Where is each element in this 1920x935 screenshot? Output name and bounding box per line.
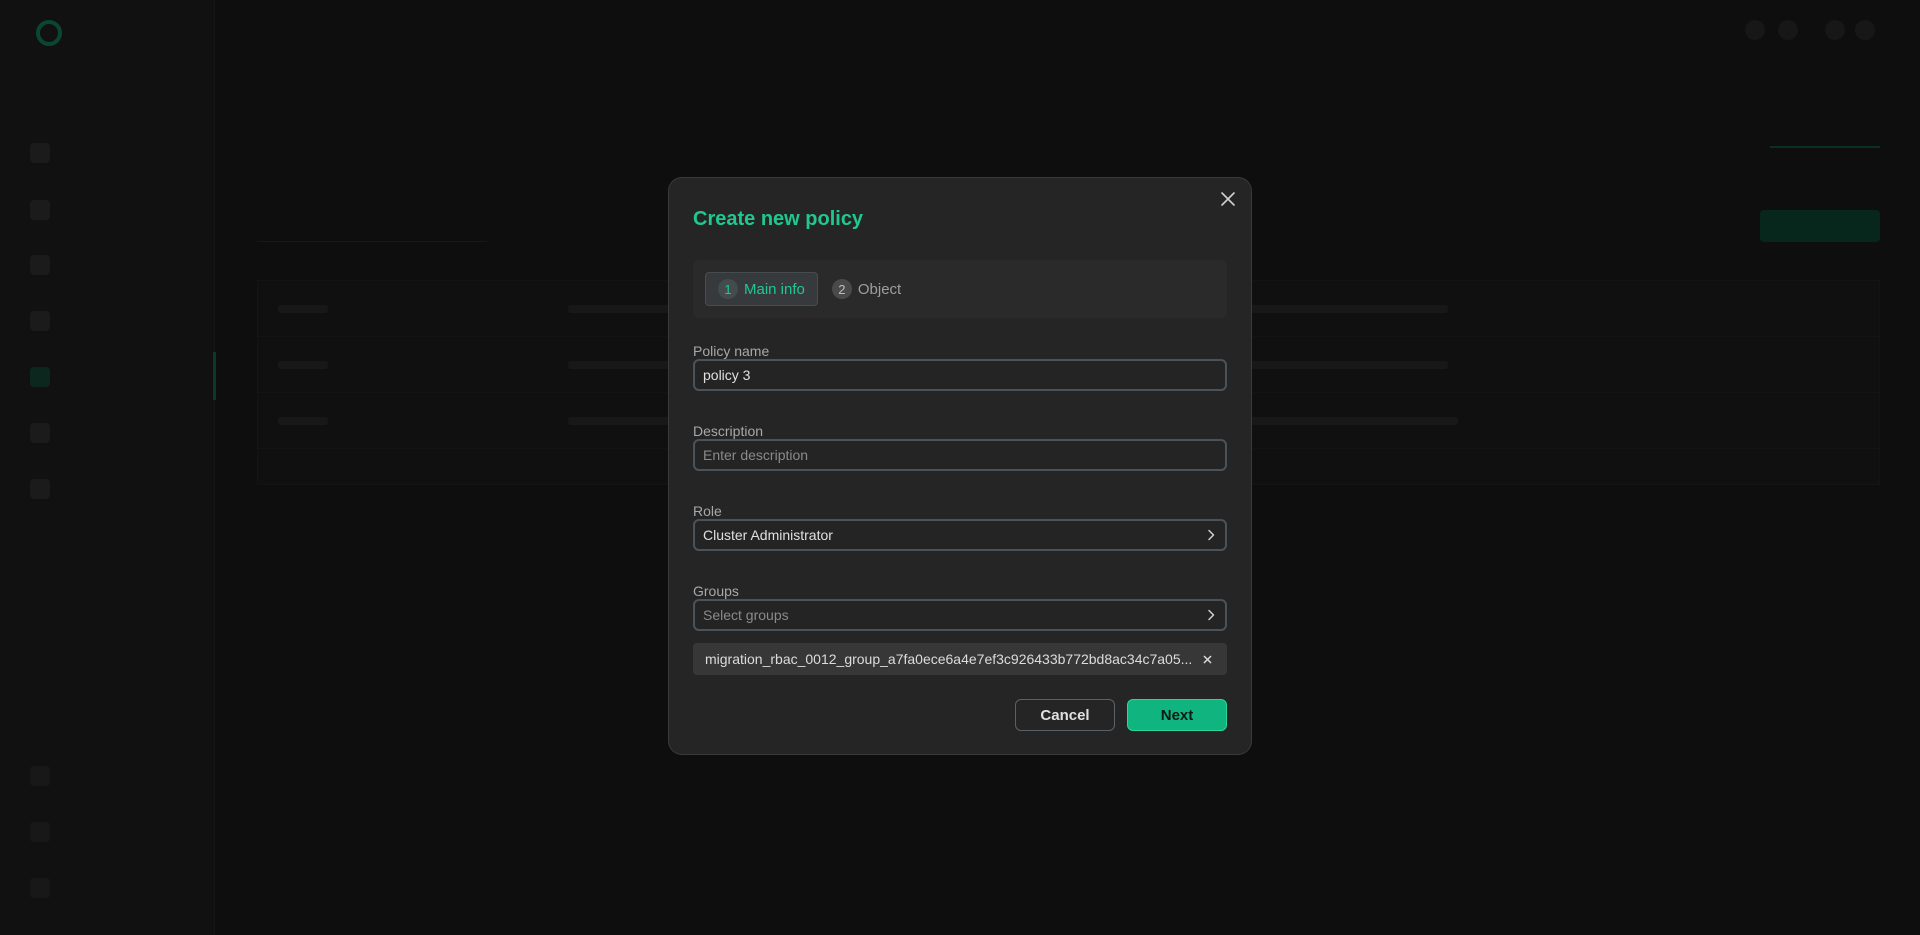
description-input[interactable] [693,439,1227,471]
remove-group-button[interactable] [1199,651,1215,667]
dialog-title: Create new policy [693,208,864,230]
stepper: 1 Main info 2 Object [693,260,1227,318]
step-label: Object [857,280,902,298]
step-main-info[interactable]: 1 Main info [705,272,818,306]
step-number: 1 [718,279,738,299]
policy-name-input[interactable] [693,359,1227,391]
close-icon [1221,192,1235,206]
step-number: 2 [831,279,852,299]
step-object[interactable]: 2 Object [830,272,903,306]
next-button[interactable]: Next [1127,699,1227,731]
groups-label: Groups [693,583,739,599]
chevron-right-icon [1208,529,1215,541]
role-label: Role [693,503,722,519]
chevron-right-icon [1208,609,1215,621]
x-icon [1203,655,1211,663]
close-button[interactable] [1215,186,1241,212]
description-label: Description [693,423,764,439]
step-label: Main info [744,280,805,298]
create-policy-dialog: Create new policy 1 Main info 2 Object P… [668,177,1252,755]
selected-group-tag: migration_rbac_0012_group_a7fa0ece6a4e7e… [693,643,1227,675]
selected-group-name: migration_rbac_0012_group_a7fa0ece6a4e7e… [705,651,1193,667]
cancel-button[interactable]: Cancel [1015,699,1115,731]
groups-select[interactable]: Select groups [693,599,1227,631]
role-value: Cluster Administrator [703,527,833,543]
groups-placeholder: Select groups [703,607,789,623]
role-select[interactable]: Cluster Administrator [693,519,1227,551]
policy-name-label: Policy name [693,343,770,359]
